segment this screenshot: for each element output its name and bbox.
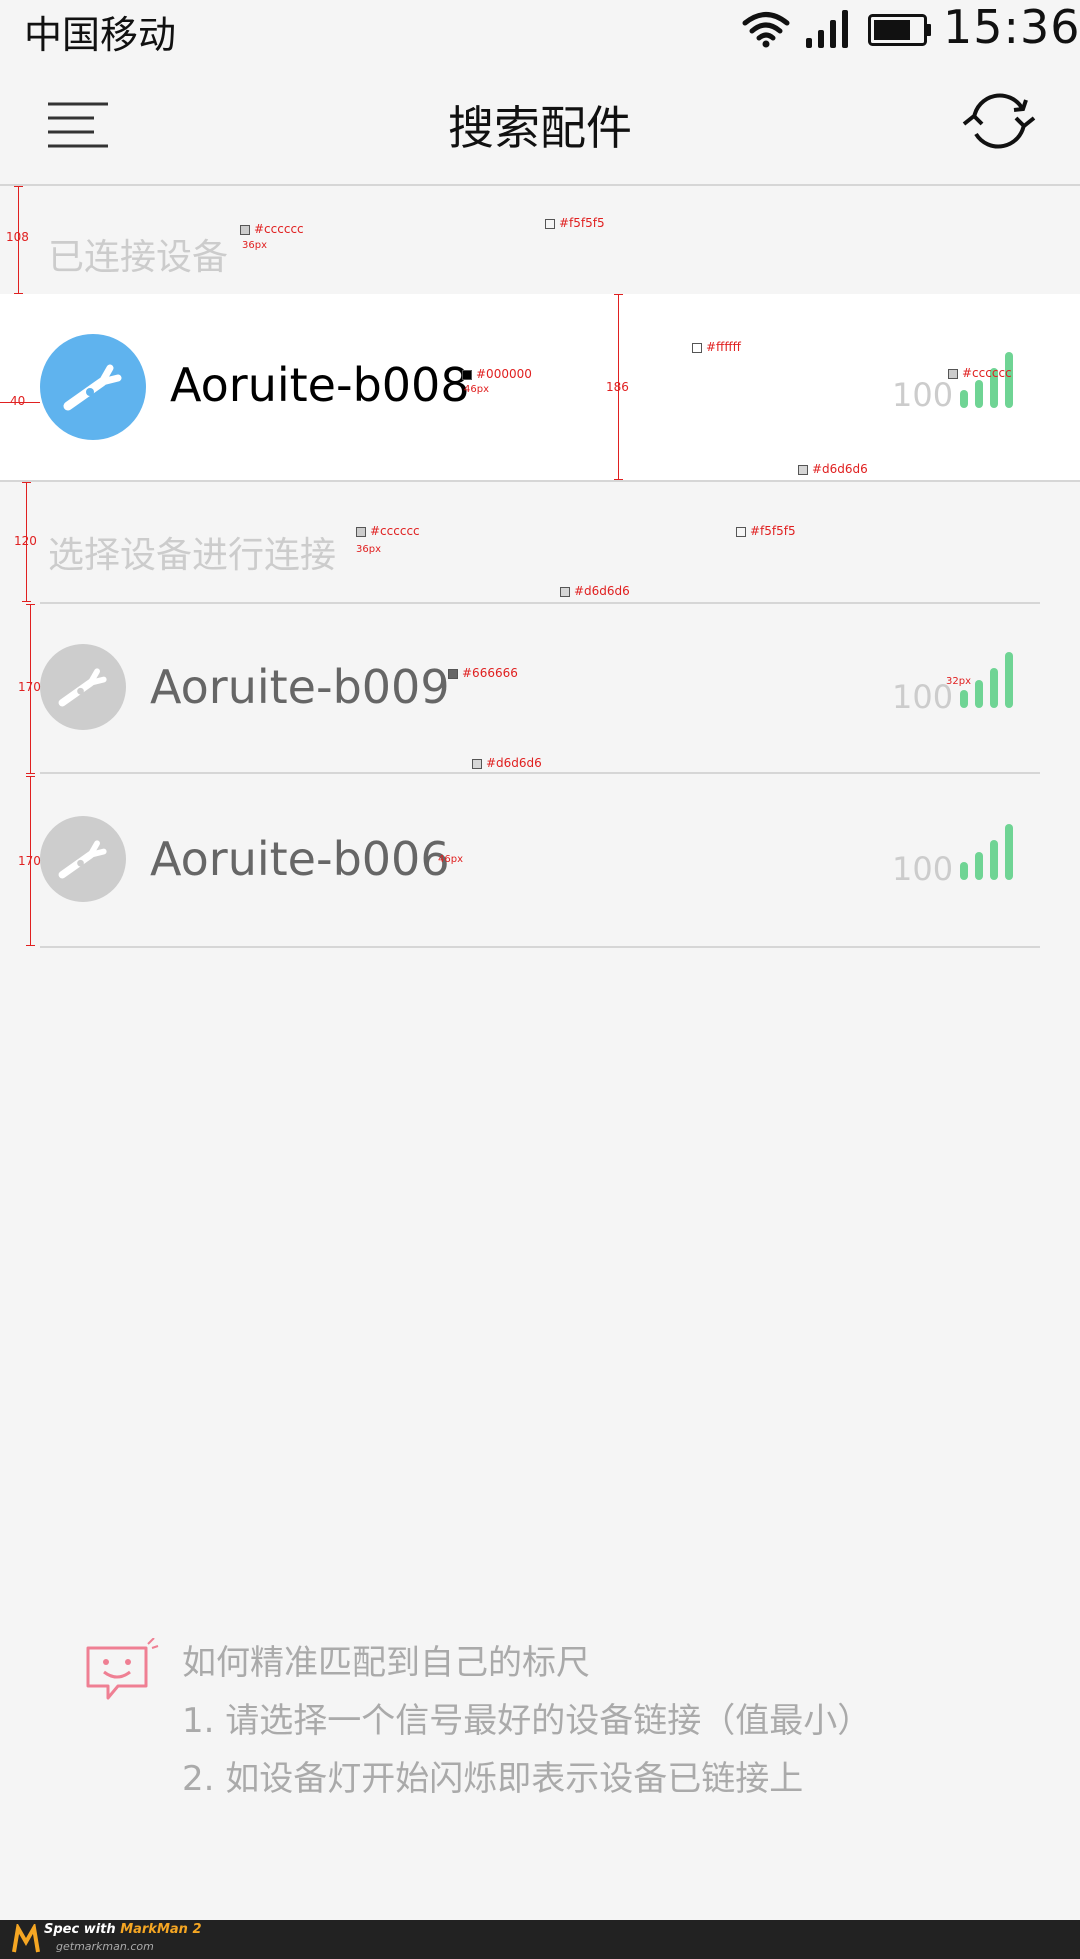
connected-device-row[interactable]: Aoruite-b008 100 — [0, 294, 1080, 482]
annotation-row-bg: #ffffff — [692, 340, 741, 354]
annotation-available-color: #cccccc — [356, 524, 420, 538]
annotation-divider-1: #d6d6d6 — [798, 462, 868, 476]
device-name: Aoruite-b006 — [150, 832, 450, 886]
annotation-available-bg: #f5f5f5 — [736, 524, 796, 538]
measure-120-label: 120 — [14, 534, 37, 548]
signal-strength-icon — [960, 824, 1013, 880]
available-section-label: 选择设备进行连接 — [48, 535, 337, 576]
annotation-divider-3: #d6d6d6 — [472, 756, 542, 770]
wifi-icon — [742, 12, 790, 48]
annotation-name-size: 46px — [464, 384, 489, 395]
footer-url: getmarkman.com — [56, 1940, 154, 1953]
tips-title: 如何精准匹配到自己的标尺 — [182, 1643, 590, 1683]
signal-value: 100 — [892, 678, 954, 716]
signal-value: 100 — [892, 850, 954, 888]
measure-186-label: 186 — [606, 380, 629, 394]
device-name: Aoruite-b009 — [150, 660, 450, 714]
refresh-icon[interactable] — [960, 88, 1038, 154]
measure-108-label: 108 — [6, 230, 29, 244]
connected-section-label: 已连接设备 — [48, 237, 229, 278]
cellular-signal-icon — [806, 10, 848, 48]
device-avatar — [40, 816, 126, 902]
status-bar: 中国移动 15:36 — [0, 0, 1080, 60]
chat-smile-icon — [86, 1638, 159, 1700]
carrier-name: 中国移动 — [24, 13, 177, 57]
available-section-header: 选择设备进行连接 — [0, 482, 1080, 602]
tips-line-1: 1. 请选择一个信号最好的设备链接（值最小） — [182, 1701, 872, 1741]
annotation-header-bg: #f5f5f5 — [545, 216, 605, 230]
device-avatar — [40, 334, 146, 440]
available-device-row[interactable]: Aoruite-b009 100 — [40, 602, 1040, 774]
annotation-divider-2: #d6d6d6 — [560, 584, 630, 598]
status-time: 15:36 — [943, 0, 1080, 54]
measure-40-label: 40 — [10, 394, 26, 408]
tips-line-2: 2. 如设备灯开始闪烁即表示设备已链接上 — [182, 1759, 804, 1799]
annotation-signal-color: #cccccc — [948, 366, 1012, 380]
available-device-row[interactable]: Aoruite-b006 100 — [40, 776, 1040, 948]
measure-170-2-label: 170 — [18, 854, 41, 868]
device-avatar — [40, 644, 126, 730]
flosser-icon — [58, 840, 107, 879]
signal-strength-icon — [960, 352, 1013, 408]
signal-value: 100 — [892, 376, 954, 414]
flosser-icon — [63, 364, 122, 411]
annotation-inactive-name-color: #666666 — [448, 666, 518, 680]
annotation-name-color: #000000 — [462, 367, 532, 381]
markman-footer: Spec with MarkMan 2 getmarkman.com — [0, 1920, 1080, 1959]
battery-icon — [868, 14, 931, 46]
footer-spec-text: Spec with MarkMan 2 — [44, 1922, 202, 1937]
page-title: 搜索配件 — [448, 101, 632, 155]
device-name: Aoruite-b008 — [170, 358, 470, 412]
measure-170-1-label: 170 — [18, 680, 41, 694]
connected-section-header: 已连接设备 — [0, 186, 1080, 294]
annotation-connected-color: #cccccc — [240, 222, 304, 236]
markman-logo-icon — [12, 1924, 40, 1953]
flosser-icon — [58, 668, 107, 707]
annotation-available-size: 36px — [356, 544, 381, 555]
annotation-connected-size: 36px — [242, 240, 267, 251]
annotation-inactive-name-size: 46px — [438, 854, 463, 865]
nav-bar: 搜索配件 — [0, 60, 1080, 186]
annotation-signal-size: 32px — [946, 676, 971, 687]
